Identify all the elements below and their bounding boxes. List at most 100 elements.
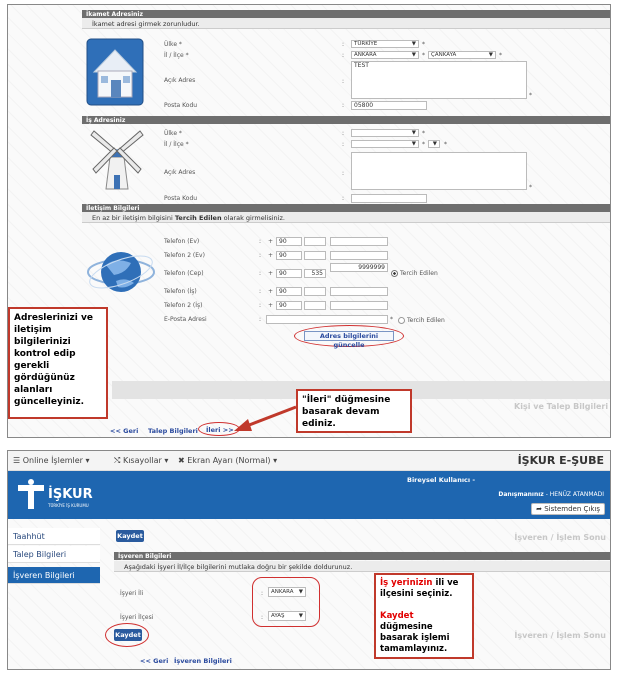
isyeri-il-label: İşyeri İli [120, 590, 144, 597]
tel2-ev-number-input[interactable] [330, 251, 388, 260]
ikamet-section-note: İkamet adresi girmek zorunludur. [82, 18, 610, 29]
tel2-is-country-input[interactable]: 90 [276, 301, 302, 310]
geri-link[interactable]: << Geri [140, 657, 168, 665]
tel2-ev-area-input[interactable] [304, 251, 326, 260]
logout-label: Sistemden Çıkış [544, 505, 600, 513]
house-icon [86, 38, 144, 106]
tel2-is-label: Telefon 2 (İş) [164, 302, 203, 309]
breadcrumb-current: Talep Bilgileri [148, 427, 198, 435]
isyeri-ilce-label: İşyeri İlçesi [120, 614, 154, 621]
ekran-ayari-menu[interactable]: ✖ Ekran Ayarı (Normal) ▾ [178, 456, 277, 465]
arrow-icon [234, 405, 297, 431]
user-type-label: Bireysel Kullanıcı - [407, 476, 475, 484]
tel-cep-country-input[interactable]: 90 [276, 269, 302, 278]
menu-label: Kısayollar [122, 456, 162, 465]
is-posta-kodu-input[interactable] [351, 194, 427, 203]
ikamet-ilce-select[interactable]: ÇANKAYA ▼ [428, 51, 496, 59]
sidebar-item-taahhut[interactable]: Taahhüt [8, 528, 100, 545]
iletisim-section-note: En az bir iletişim bilgisini Tercih Edil… [82, 212, 610, 223]
save-button-top[interactable]: Kaydet [116, 530, 144, 542]
sidebar-item-talep-bilgileri[interactable]: Talep Bilgileri [8, 546, 100, 563]
danisman-label: Danışmanınız [498, 491, 544, 498]
tercih-radio-selected[interactable] [391, 270, 398, 277]
sidebar-item-isveren-bilgileri[interactable]: İşveren Bilgileri [8, 567, 100, 584]
iskur-logo [18, 479, 44, 509]
tel-ev-country-input[interactable]: 90 [276, 237, 302, 246]
ikamet-acik-adres-textarea[interactable]: TEST [351, 61, 527, 99]
required-mark: * [499, 52, 502, 59]
tel-ev-area-input[interactable] [304, 237, 326, 246]
geri-link[interactable]: << Geri [110, 427, 138, 435]
colon: : [342, 78, 345, 85]
callout-text: düğmesine basarak işlemi tamamlayınız. [380, 622, 450, 654]
callout-red-text: Kaydet [380, 611, 414, 621]
dropdown-arrow-icon: ▼ [411, 130, 416, 136]
ikamet-il-ilce-label: İl / İlçe * [164, 52, 189, 59]
isyeri-ilce-select[interactable]: AYAŞ ▼ [268, 611, 306, 621]
tercih-edilen-label: Tercih Edilen [400, 270, 438, 277]
online-islemler-menu[interactable]: ☰ Online İşlemler ▾ [13, 456, 90, 465]
is-acik-adres-label: Açık Adres [164, 169, 196, 176]
tel-is-area-input[interactable] [304, 287, 326, 296]
plus-sign: + [268, 302, 274, 309]
right-instruction-callout: "İleri" düğmesine basarak devam ediniz. [296, 389, 412, 433]
is-section-header: İş Adresiniz [82, 116, 610, 124]
colon: : [259, 252, 262, 259]
ikamet-ilce-value: ÇANKAYA [431, 52, 457, 58]
isyeri-il-select[interactable]: ANKARA ▼ [268, 587, 306, 597]
kisayollar-menu[interactable]: ⤭ Kısayollar ▾ [114, 456, 168, 466]
tel2-is-area-input[interactable] [304, 301, 326, 310]
eposta-input[interactable] [266, 315, 388, 324]
colon: : [342, 170, 345, 177]
ikamet-ulke-select[interactable]: TÜRKİYE ▼ [351, 40, 419, 48]
tel-cep-area-input[interactable]: 535 [304, 269, 326, 278]
tools-icon: ✖ [178, 456, 188, 465]
tel-ev-number-input[interactable] [330, 237, 388, 246]
isveren-section-header: İşveren Bilgileri [114, 552, 610, 560]
required-mark: * [444, 141, 447, 148]
ikamet-posta-kodu-label: Posta Kodu [164, 102, 198, 109]
ikamet-il-select[interactable]: ANKARA ▼ [351, 51, 419, 59]
address-update-button[interactable]: Adres bilgilerini güncelle [304, 331, 394, 349]
note-text: En az bir iletişim bilgisini [92, 214, 175, 222]
ikamet-section-header: İkamet Adresiniz [82, 10, 610, 18]
is-ulke-select[interactable]: ▼ [351, 129, 419, 137]
tel2-is-number-input[interactable] [330, 301, 388, 310]
dropdown-arrow-icon: ▼ [411, 52, 416, 58]
plus-sign: + [268, 288, 274, 295]
colon: : [259, 302, 262, 309]
breadcrumb-current: İşveren Bilgileri [174, 657, 232, 665]
logo-subtitle: TÜRKİYE İŞ KURUMU [48, 503, 89, 508]
colon: : [259, 238, 262, 245]
menu-label: Ekran Ayarı (Normal) [187, 456, 271, 465]
ileri-link[interactable]: İleri >> [206, 426, 234, 434]
is-il-select[interactable]: ▼ [351, 140, 419, 148]
dropdown-arrow-icon: ▼ [298, 613, 303, 619]
tercih-radio[interactable] [398, 317, 405, 324]
iletisim-section-header: İletişim Bilgileri [82, 204, 610, 212]
required-mark: * [422, 141, 425, 148]
tel-is-number-input[interactable] [330, 287, 388, 296]
tel-cep-number-input[interactable]: 9999999 [330, 263, 388, 272]
step-watermark: İşveren / İşlem Sonu [514, 533, 606, 542]
plus-sign: + [268, 252, 274, 259]
menu-label: Online İşlemler [22, 456, 83, 465]
colon: : [259, 288, 262, 295]
dropdown-arrow-icon: ▼ [432, 141, 437, 147]
left-instruction-callout: Adreslerinizi ve iletişim bilgilerinizi … [8, 307, 108, 419]
globe-icon [86, 243, 156, 301]
save-button-bottom[interactable]: Kaydet [114, 629, 142, 641]
is-ilce-select[interactable]: ▼ [428, 140, 440, 148]
required-mark: * [529, 92, 532, 99]
chevron-down-icon: ▾ [85, 456, 90, 465]
tel2-ev-label: Telefon 2 (Ev) [164, 252, 205, 259]
is-acik-adres-textarea[interactable] [351, 152, 527, 190]
note-bold-text: Tercih Edilen [174, 214, 222, 222]
tel2-ev-country-input[interactable]: 90 [276, 251, 302, 260]
logout-button[interactable]: ➦ Sistemden Çıkış [531, 503, 605, 515]
ikamet-posta-kodu-input[interactable]: 05800 [351, 101, 427, 110]
is-il-ilce-label: İl / İlçe * [164, 141, 189, 148]
eposta-label: E-Posta Adresi [164, 316, 207, 323]
tel-is-country-input[interactable]: 90 [276, 287, 302, 296]
is-posta-kodu-label: Posta Kodu [164, 195, 198, 202]
